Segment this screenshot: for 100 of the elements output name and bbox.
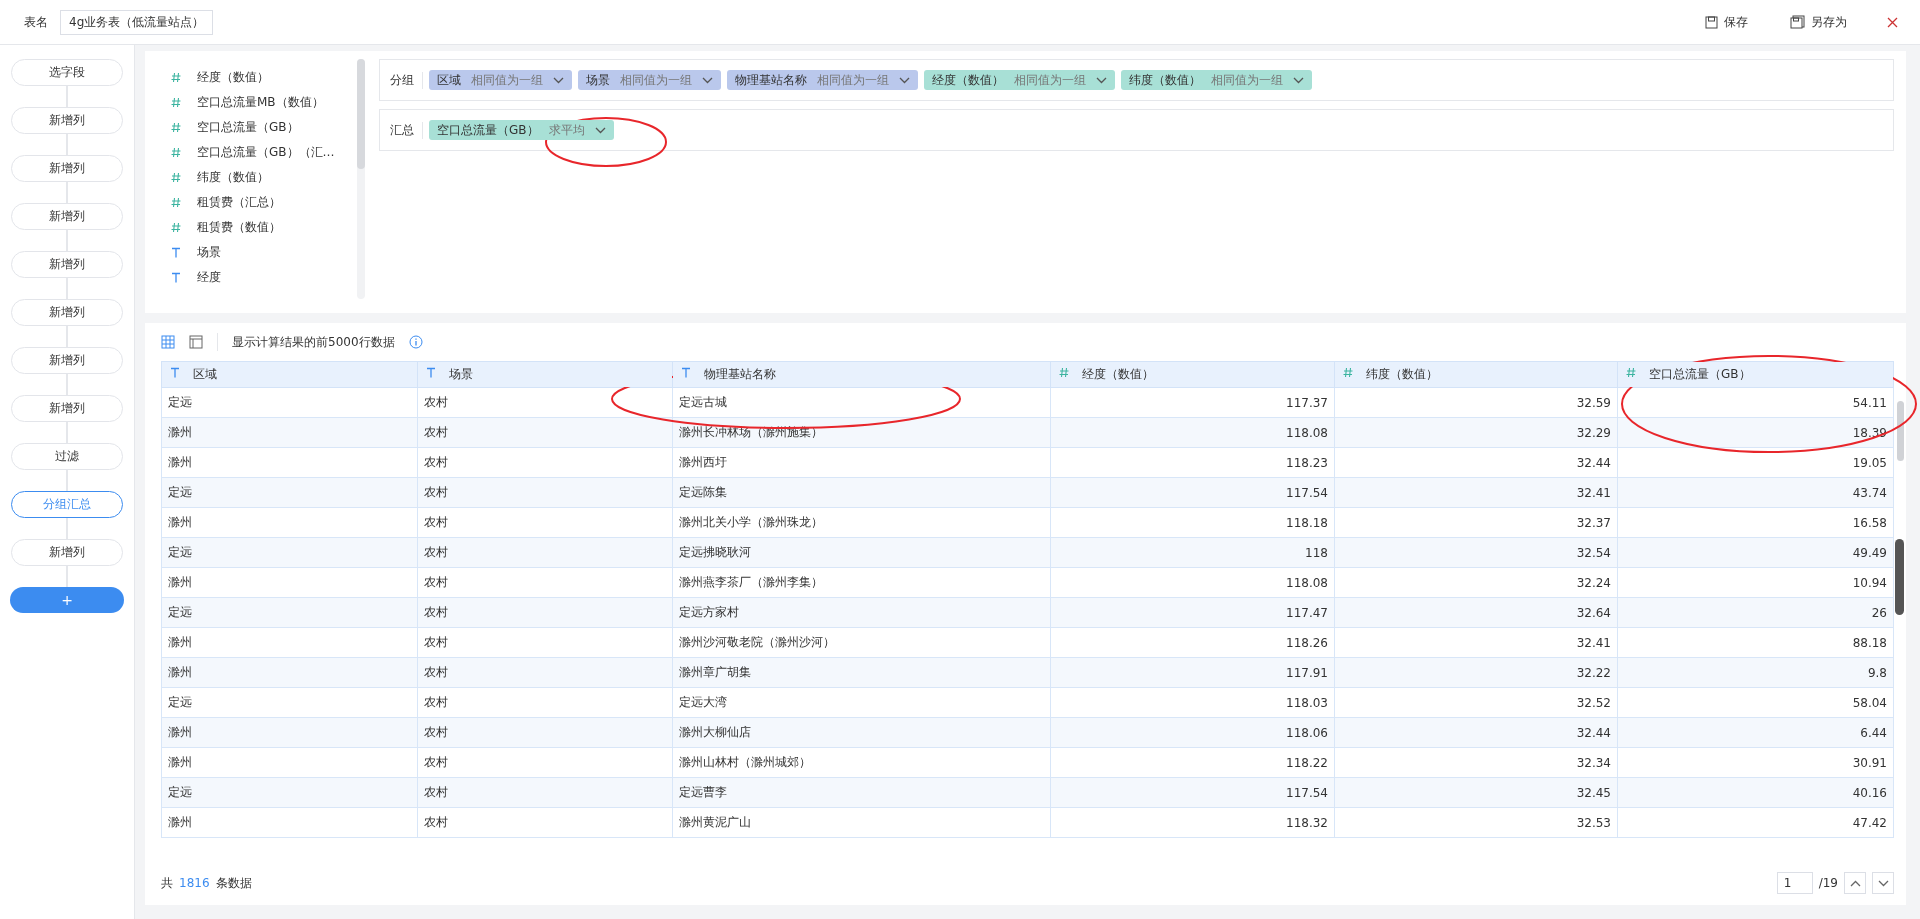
step-node[interactable]: 新增列 (11, 251, 123, 278)
total-label: 共 (161, 874, 173, 892)
table-name-field[interactable]: 4g业务表（低流量站点） (60, 9, 214, 35)
table-cell: 农村 (417, 447, 673, 478)
field-item[interactable]: 纬度（数值） (197, 169, 269, 186)
scrollbar-thumb[interactable] (357, 59, 365, 169)
column-header[interactable]: 场景 (417, 361, 673, 388)
table-cell: 47.42 (1617, 807, 1894, 838)
save-button[interactable]: 保存 (1703, 11, 1750, 33)
table-cell: 118.03 (1050, 687, 1335, 718)
table-cell: 118.18 (1050, 507, 1335, 538)
step-node[interactable]: 新增列 (11, 347, 123, 374)
chevron-down-icon[interactable] (594, 126, 606, 134)
table-cell: 定远 (161, 687, 418, 718)
table-cell: 定远 (161, 477, 418, 508)
table-cell: 18.39 (1617, 417, 1894, 448)
pill-name: 区域 (437, 71, 461, 89)
field-item[interactable]: 经度 (197, 269, 221, 286)
layout-view-icon[interactable] (189, 335, 203, 349)
column-header[interactable]: 经度（数值） (1050, 361, 1335, 388)
table-cell: 滁州 (161, 507, 418, 538)
scroll-handle[interactable] (1895, 539, 1904, 615)
grid-view-icon[interactable] (161, 335, 175, 349)
save-icon (1705, 15, 1718, 29)
table-cell: 88.18 (1617, 627, 1894, 658)
hash-icon (1059, 367, 1069, 378)
column-header[interactable]: 空口总流量（GB） (1617, 361, 1894, 388)
chevron-down-icon[interactable] (1096, 76, 1107, 84)
table-cell: 40.16 (1617, 777, 1894, 808)
table-cell: 定远 (161, 387, 418, 418)
table-cell: 9.8 (1617, 657, 1894, 688)
chevron-down-icon[interactable] (702, 76, 713, 84)
chevron-down-icon[interactable] (899, 76, 910, 84)
pill-name: 场景 (586, 71, 610, 89)
zone-label: 汇总 (390, 121, 423, 139)
table-cell: 32.54 (1334, 537, 1618, 568)
info-icon[interactable] (408, 335, 423, 349)
scrollbar-thumb[interactable] (1897, 401, 1904, 461)
table-cell: 滁州 (161, 627, 418, 658)
table-cell: 滁州西圩 (672, 447, 1051, 478)
field-pill[interactable]: 纬度（数值） 相同值为一组 (1121, 70, 1312, 90)
field-item[interactable]: 空口总流量（GB）（汇… (197, 144, 335, 161)
field-item[interactable]: 租赁费（数值） (197, 219, 281, 236)
field-item[interactable]: 场景 (197, 244, 221, 261)
hash-icon (171, 72, 181, 83)
page-field[interactable]: 1 (1776, 872, 1813, 894)
step-node[interactable]: 新增列 (11, 299, 123, 326)
table-cell: 6.44 (1617, 717, 1894, 748)
table-cell: 32.44 (1334, 717, 1618, 748)
field-pill[interactable]: 场景 相同值为一组 (578, 70, 721, 90)
chevron-down-icon[interactable] (553, 76, 564, 84)
table-cell: 118.26 (1050, 627, 1335, 658)
table-cell: 滁州 (161, 567, 418, 598)
page-total: /19 (1818, 876, 1838, 890)
table-cell: 滁州 (161, 417, 418, 448)
step-node[interactable]: 新增列 (11, 395, 123, 422)
save-as-button[interactable]: 另存为 (1788, 11, 1849, 33)
table-cell: 农村 (417, 387, 673, 418)
field-pill[interactable]: 区域 相同值为一组 (429, 70, 572, 90)
field-pill[interactable]: 经度（数值） 相同值为一组 (924, 70, 1115, 90)
table-note: 显示计算结果的前5000行数据 (232, 333, 395, 351)
pill-name: 空口总流量（GB） (437, 121, 539, 139)
step-node[interactable]: 新增列 (11, 203, 123, 230)
step-node[interactable]: 新增列 (11, 107, 123, 134)
table-cell: 农村 (417, 807, 673, 838)
table-name-label: 表名 (24, 13, 48, 31)
column-header[interactable]: 物理基站名称 (672, 361, 1051, 388)
text-type-icon (171, 272, 181, 283)
field-item[interactable]: 经度（数值） (197, 69, 269, 86)
pill-name: 纬度（数值） (1129, 71, 1201, 89)
field-pill[interactable]: 空口总流量（GB） 求平均 (429, 120, 614, 140)
column-header[interactable]: 纬度（数值） (1334, 361, 1618, 388)
table-cell: 农村 (417, 597, 673, 628)
field-item[interactable]: 空口总流量MB（数值） (197, 94, 324, 111)
table-cell: 32.41 (1334, 477, 1618, 508)
row-count: 1816 (179, 876, 210, 890)
table-cell: 118 (1050, 537, 1335, 568)
table-cell: 32.59 (1334, 387, 1618, 418)
text-type-icon (426, 367, 436, 378)
table-cell: 定远陈集 (672, 477, 1051, 508)
field-item[interactable]: 空口总流量（GB） (197, 119, 299, 136)
field-item[interactable]: 租赁费（汇总） (197, 194, 281, 211)
step-node[interactable]: 新增列 (11, 155, 123, 182)
hash-icon (171, 172, 181, 183)
field-pill[interactable]: 物理基站名称 相同值为一组 (727, 70, 918, 90)
pill-name: 物理基站名称 (735, 71, 807, 89)
table-cell: 118.32 (1050, 807, 1335, 838)
step-node[interactable]: 选字段 (11, 59, 123, 86)
chevron-down-icon[interactable] (1293, 76, 1304, 84)
table-cell: 农村 (417, 777, 673, 808)
table-cell: 农村 (417, 417, 673, 448)
step-node[interactable]: 新增列 (11, 539, 123, 566)
table-cell: 农村 (417, 537, 673, 568)
next-page-button[interactable] (1872, 872, 1894, 894)
step-node[interactable]: 分组汇总 (11, 491, 123, 518)
column-header[interactable]: 区域 (161, 361, 418, 388)
hash-icon (171, 222, 181, 233)
step-node[interactable]: 过滤 (11, 443, 123, 470)
table-cell: 滁州章广胡集 (672, 657, 1051, 688)
table-cell: 滁州 (161, 807, 418, 838)
